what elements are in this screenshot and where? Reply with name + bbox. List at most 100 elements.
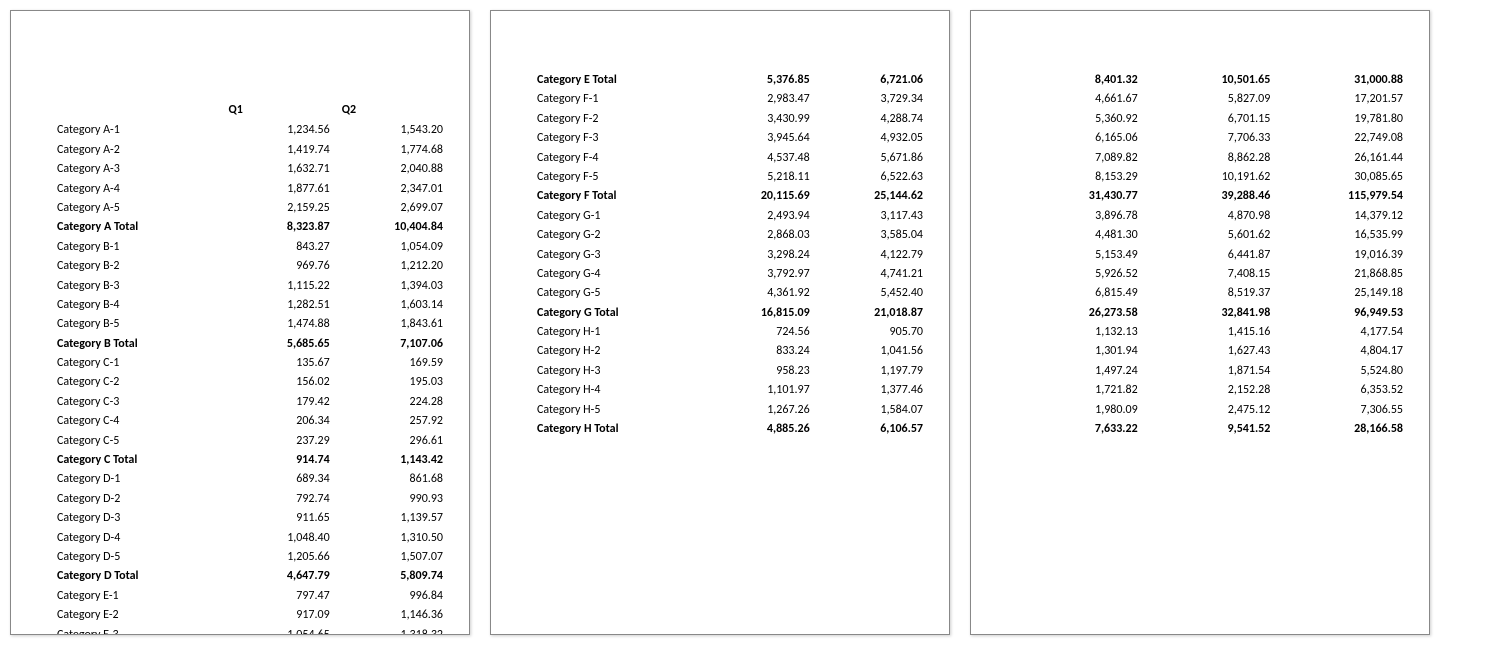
row-value: 115,979.54: [1276, 187, 1409, 206]
table-row: Category G-54,361.925,452.40: [531, 284, 929, 303]
table-row: 8,153.2910,191.6230,085.65: [1011, 168, 1409, 187]
row-value: 5,376.85: [702, 71, 815, 90]
row-label: Category B Total: [51, 335, 222, 354]
row-value: 2,868.03: [702, 226, 815, 245]
row-value: 3,945.64: [702, 129, 815, 148]
row-value: 8,153.29: [1011, 168, 1144, 187]
table-row: 26,273.5832,841.9896,949.53: [1011, 304, 1409, 323]
table-row: Category A-41,877.612,347.01: [51, 180, 449, 199]
table-row: Category A-52,159.252,699.07: [51, 199, 449, 218]
table-row: Category B-41,282.511,603.14: [51, 296, 449, 315]
row-value: 3,298.24: [702, 246, 815, 265]
data-table-page-3: 8,401.3210,501.6531,000.884,661.675,827.…: [1011, 71, 1409, 439]
table-row: 5,926.527,408.1521,868.85: [1011, 265, 1409, 284]
row-value: 31,430.77: [1011, 187, 1144, 206]
row-value: 1,871.54: [1144, 362, 1277, 381]
row-label: Category A-2: [51, 141, 222, 160]
row-label: Category D Total: [51, 567, 222, 586]
table-row: Category G Total16,815.0921,018.87: [531, 304, 929, 323]
row-value: 7,633.22: [1011, 420, 1144, 439]
row-value: 28,166.58: [1276, 420, 1409, 439]
row-value: 30,085.65: [1276, 168, 1409, 187]
table-row: Category G-22,868.033,585.04: [531, 226, 929, 245]
row-value: 969.76: [222, 257, 335, 276]
row-label: Category E-3: [51, 626, 222, 635]
row-value: 4,537.48: [702, 149, 815, 168]
table-row: 4,481.305,601.6216,535.99: [1011, 226, 1409, 245]
row-label: Category G-3: [531, 246, 702, 265]
row-value: 296.61: [336, 432, 449, 451]
table-row: Category F-33,945.644,932.05: [531, 129, 929, 148]
table-row: Category D-3911.651,139.57: [51, 509, 449, 528]
row-label: Category F-1: [531, 90, 702, 109]
row-value: 4,122.79: [816, 246, 929, 265]
row-value: 4,932.05: [816, 129, 929, 148]
table-row: Category D-1689.34861.68: [51, 470, 449, 489]
row-value: 8,519.37: [1144, 284, 1277, 303]
row-label: Category F-2: [531, 110, 702, 129]
row-value: 195.03: [336, 373, 449, 392]
row-value: 6,701.15: [1144, 110, 1277, 129]
row-value: 1,234.56: [222, 121, 335, 140]
table-row: 1,301.941,627.434,804.17: [1011, 342, 1409, 361]
row-value: 1,632.71: [222, 160, 335, 179]
row-label: Category H-4: [531, 381, 702, 400]
table-row: Category E-2917.091,146.36: [51, 606, 449, 625]
table-row: 8,401.3210,501.6531,000.88: [1011, 71, 1409, 90]
row-value: 1,212.20: [336, 257, 449, 276]
row-value: 1,543.20: [336, 121, 449, 140]
table-row: 3,896.784,870.9814,379.12: [1011, 207, 1409, 226]
table-row: Category B-1843.271,054.09: [51, 238, 449, 257]
row-value: 4,741.21: [816, 265, 929, 284]
table-row: Category A-31,632.712,040.88: [51, 160, 449, 179]
table-row: Category B-31,115.221,394.03: [51, 277, 449, 296]
row-value: 1,205.66: [222, 548, 335, 567]
table-row: Category F-12,983.473,729.34: [531, 90, 929, 109]
row-value: 1,627.43: [1144, 342, 1277, 361]
row-value: 19,781.80: [1276, 110, 1409, 129]
row-label: Category A Total: [51, 218, 222, 237]
row-value: 19,016.39: [1276, 246, 1409, 265]
table-row: Category D Total4,647.795,809.74: [51, 567, 449, 586]
row-label: Category B-2: [51, 257, 222, 276]
row-value: 1,041.56: [816, 342, 929, 361]
row-label: Category D-1: [51, 470, 222, 489]
row-value: 6,441.87: [1144, 246, 1277, 265]
row-value: 1,282.51: [222, 296, 335, 315]
row-value: 1,146.36: [336, 606, 449, 625]
row-value: 1,301.94: [1011, 342, 1144, 361]
table-row: Category G-43,792.974,741.21: [531, 265, 929, 284]
table-row: Category F-55,218.116,522.63: [531, 168, 929, 187]
table-row: Category F Total20,115.6925,144.62: [531, 187, 929, 206]
row-label: Category F-3: [531, 129, 702, 148]
row-value: 1,474.88: [222, 315, 335, 334]
row-value: 797.47: [222, 587, 335, 606]
row-label: Category D-5: [51, 548, 222, 567]
row-value: 1,415.16: [1144, 323, 1277, 342]
table-row: Category C-3179.42224.28: [51, 393, 449, 412]
row-value: 25,149.18: [1276, 284, 1409, 303]
table-row: Category G-12,493.943,117.43: [531, 207, 929, 226]
row-value: 2,040.88: [336, 160, 449, 179]
row-label: Category B-3: [51, 277, 222, 296]
row-value: 996.84: [336, 587, 449, 606]
row-value: 1,377.46: [816, 381, 929, 400]
row-value: 5,926.52: [1011, 265, 1144, 284]
table-row: Category B-2969.761,212.20: [51, 257, 449, 276]
row-label: Category H-5: [531, 401, 702, 420]
table-row: 31,430.7739,288.46115,979.54: [1011, 187, 1409, 206]
row-value: 6,106.57: [816, 420, 929, 439]
row-value: 9,541.52: [1144, 420, 1277, 439]
row-value: 26,273.58: [1011, 304, 1144, 323]
table-row: Category E Total5,376.856,721.06: [531, 71, 929, 90]
row-value: 5,360.92: [1011, 110, 1144, 129]
row-label: Category D-4: [51, 529, 222, 548]
row-value: 7,408.15: [1144, 265, 1277, 284]
table-row: 5,153.496,441.8719,016.39: [1011, 246, 1409, 265]
row-value: 14,379.12: [1276, 207, 1409, 226]
row-value: 25,144.62: [816, 187, 929, 206]
row-value: 206.34: [222, 412, 335, 431]
row-value: 1,584.07: [816, 401, 929, 420]
table-row: Category H-3958.231,197.79: [531, 362, 929, 381]
row-value: 911.65: [222, 509, 335, 528]
